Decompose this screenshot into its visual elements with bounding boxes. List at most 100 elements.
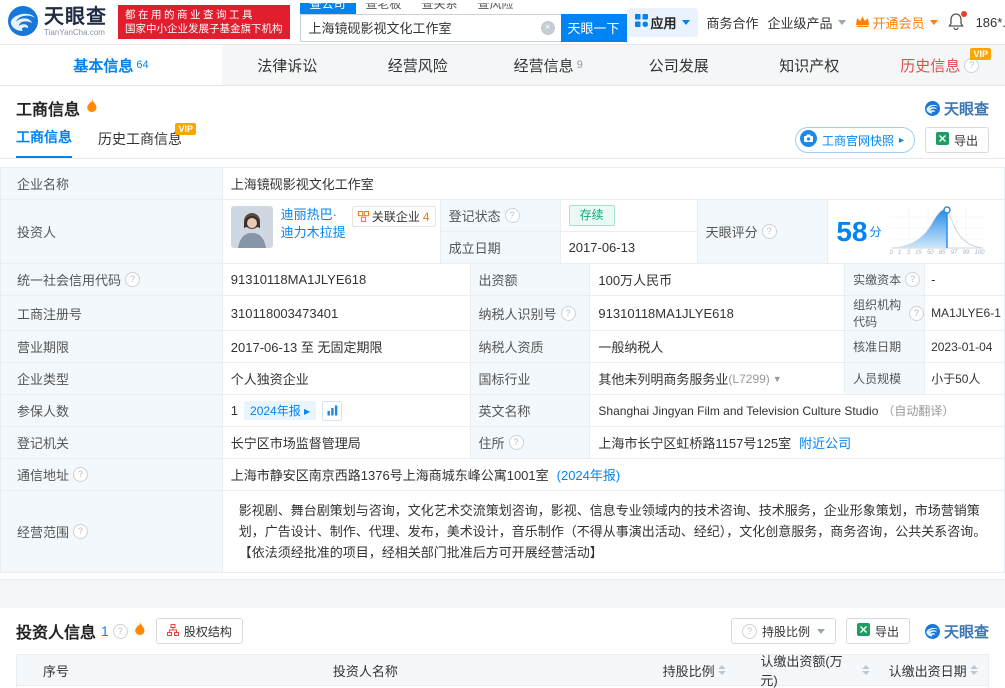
subtab-business-registration[interactable]: 工商信息 <box>16 127 72 158</box>
tab-intellectual-property[interactable]: 知识产权 <box>744 45 875 85</box>
investors-table: 序号 投资人名称 持股比例 认缴出资额(万元) 认缴出资日期 1 <box>16 654 989 688</box>
investor-cell: 迪丽热巴·迪力木拉提 关联企业 4 <box>223 200 441 264</box>
clear-search-icon[interactable]: × <box>541 21 555 35</box>
help-icon[interactable]: ? <box>561 306 576 321</box>
camera-icon <box>800 130 817 150</box>
field-label: 登记状态? <box>441 200 561 232</box>
chevron-down-icon <box>930 20 938 25</box>
annual-report-link[interactable]: (2024年报) <box>557 465 621 484</box>
business-cooperation-link[interactable]: 商务合作 <box>707 13 759 32</box>
column-header-name: 投资人名称 <box>95 661 636 680</box>
section-separator <box>0 579 1005 608</box>
field-label: 纳税人资质 <box>471 331 591 363</box>
sort-icon <box>970 665 978 675</box>
export-button[interactable]: 导出 <box>925 127 989 153</box>
org-code-value: MA1JLYE6-1 <box>925 296 1005 331</box>
nearby-companies-link[interactable]: 附近公司 <box>799 433 851 452</box>
account-phone-menu[interactable]: 186*... <box>976 15 1005 30</box>
help-icon[interactable]: ? <box>73 467 88 482</box>
registration-status-value: 存续 <box>561 200 698 232</box>
promo-line1: 都在用的商业查询工具 <box>125 8 283 22</box>
field-label: 通信地址? <box>1 459 223 491</box>
search-input[interactable] <box>307 19 541 36</box>
vip-label: 开通会员 <box>873 13 925 32</box>
apps-menu[interactable]: 应用 <box>627 8 698 37</box>
help-icon[interactable]: ? <box>905 272 920 287</box>
official-snapshot-button[interactable]: 工商官网快照 ▸ <box>795 127 915 153</box>
trend-chart-icon[interactable] <box>322 401 342 421</box>
link-icon <box>358 211 369 222</box>
column-header-no: 序号 <box>17 661 95 680</box>
tab-legal-lawsuits[interactable]: 法律诉讼 <box>222 45 353 85</box>
promo-banner: 都在用的商业查询工具 国家中小企业发展子基金旗下机构 <box>118 5 290 39</box>
column-header-ratio[interactable]: 持股比例 <box>636 661 752 680</box>
investor-name-link[interactable]: 迪丽热巴·迪力木拉提 <box>281 206 348 242</box>
org-chart-icon <box>167 624 179 639</box>
tab-operation-risk[interactable]: 经营风险 <box>353 45 484 85</box>
search-button[interactable]: 天眼一下 <box>561 14 627 42</box>
tab-history-info[interactable]: VIP 历史信息 ? <box>875 45 1005 85</box>
field-label: 统一社会信用代码? <box>1 264 223 296</box>
account-phone: 186*... <box>976 15 1005 30</box>
score-cell[interactable]: 58 分 <box>828 200 1005 264</box>
watermark-logo: 天眼查 <box>924 98 989 119</box>
column-header-date[interactable]: 认缴出资日期 <box>878 661 988 680</box>
tianyancha-company-page: 天眼查 TianYanCha.com 都在用的商业查询工具 国家中小企业发展子基… <box>0 0 1005 688</box>
taxpayer-id-value: 91310118MA1JLYE618 <box>590 296 845 331</box>
registration-authority-value: 长宁区市场监督管理局 <box>223 427 471 459</box>
sort-icon <box>718 665 726 675</box>
field-label: 企业类型 <box>1 363 223 395</box>
field-label: 英文名称 <box>471 395 591 427</box>
help-icon[interactable]: ? <box>509 435 524 450</box>
status-badge: 存续 <box>569 205 615 226</box>
promo-line2: 国家中小企业发展子基金旗下机构 <box>125 22 283 36</box>
vip-upgrade-menu[interactable]: 开通会员 <box>855 13 938 32</box>
field-label: 成立日期 <box>441 232 561 264</box>
header-menu: 应用 商务合作 企业级产品 开通会员 186*... <box>627 8 1005 37</box>
field-label: 登记机关 <box>1 427 223 459</box>
score-axis-ticks: 0131550859799100 <box>890 250 985 257</box>
tianyancha-logo[interactable]: 天眼查 TianYanCha.com <box>6 4 114 41</box>
equity-structure-button[interactable]: 股权结构 <box>156 618 243 644</box>
subtab-history-registration[interactable]: VIP 历史工商信息 <box>98 129 182 158</box>
help-icon[interactable]: ? <box>762 224 777 239</box>
business-info-table: 企业名称 上海镜砚影视文化工作室 投资人 迪丽热巴·迪力木拉提 关联企业 4 <box>0 167 1005 573</box>
expand-chevron-icon[interactable]: ▼ <box>773 374 782 384</box>
help-icon[interactable]: ? <box>113 624 128 639</box>
export-button[interactable]: 导出 <box>846 618 910 644</box>
search-tab-risk[interactable]: 查风险 <box>468 3 524 14</box>
help-icon[interactable]: ? <box>909 306 924 321</box>
section-title: 工商信息 <box>16 96 80 120</box>
shareholding-ratio-button[interactable]: ? 持股比例 <box>731 618 836 644</box>
help-icon[interactable]: ? <box>505 208 520 223</box>
tab-company-development[interactable]: 公司发展 <box>614 45 745 85</box>
score-distribution-chart: 0131550859799100 <box>890 206 985 257</box>
help-icon[interactable]: ? <box>73 524 88 539</box>
eye-logo-icon <box>6 4 40 41</box>
staff-size-value: 小于50人 <box>925 363 1005 395</box>
hot-flame-icon <box>134 622 146 640</box>
field-label: 实缴资本? <box>845 264 925 296</box>
hot-flame-icon <box>86 99 98 117</box>
field-label: 工商注册号 <box>1 296 223 331</box>
auto-translate-note: （自动翻译） <box>882 402 954 419</box>
field-label: 参保人数 <box>1 395 223 427</box>
tab-business-info[interactable]: 经营信息9 <box>483 45 614 85</box>
top-header: 天眼查 TianYanCha.com 都在用的商业查询工具 国家中小企业发展子基… <box>0 0 1005 45</box>
field-label: 住所? <box>471 427 591 459</box>
company-nav-tabs: 基本信息64 法律诉讼 经营风险 经营信息9 公司发展 知识产权 VIP 历史信… <box>0 45 1005 86</box>
search-type-tabs: 查公司 查老板 查关系 查风险 <box>300 3 627 14</box>
investor-avatar[interactable] <box>231 206 273 248</box>
enterprise-products-menu[interactable]: 企业级产品 <box>768 13 846 32</box>
tab-basic-info[interactable]: 基本信息64 <box>0 45 222 85</box>
help-icon[interactable]: ? <box>125 272 140 287</box>
search-tab-boss[interactable]: 查老板 <box>356 3 412 14</box>
field-label: 经营范围? <box>1 491 223 573</box>
search-tab-relation[interactable]: 查关系 <box>412 3 468 14</box>
notifications-bell-icon[interactable] <box>947 12 967 32</box>
related-companies-badge[interactable]: 关联企业 4 <box>352 206 436 227</box>
annual-report-tag[interactable]: 2024年报 ▸ <box>244 401 316 420</box>
search-tab-company[interactable]: 查公司 <box>300 3 356 14</box>
search-box: 查公司 查老板 查关系 查风险 × 天眼一下 <box>300 3 627 42</box>
column-header-amount[interactable]: 认缴出资额(万元) <box>752 651 878 688</box>
